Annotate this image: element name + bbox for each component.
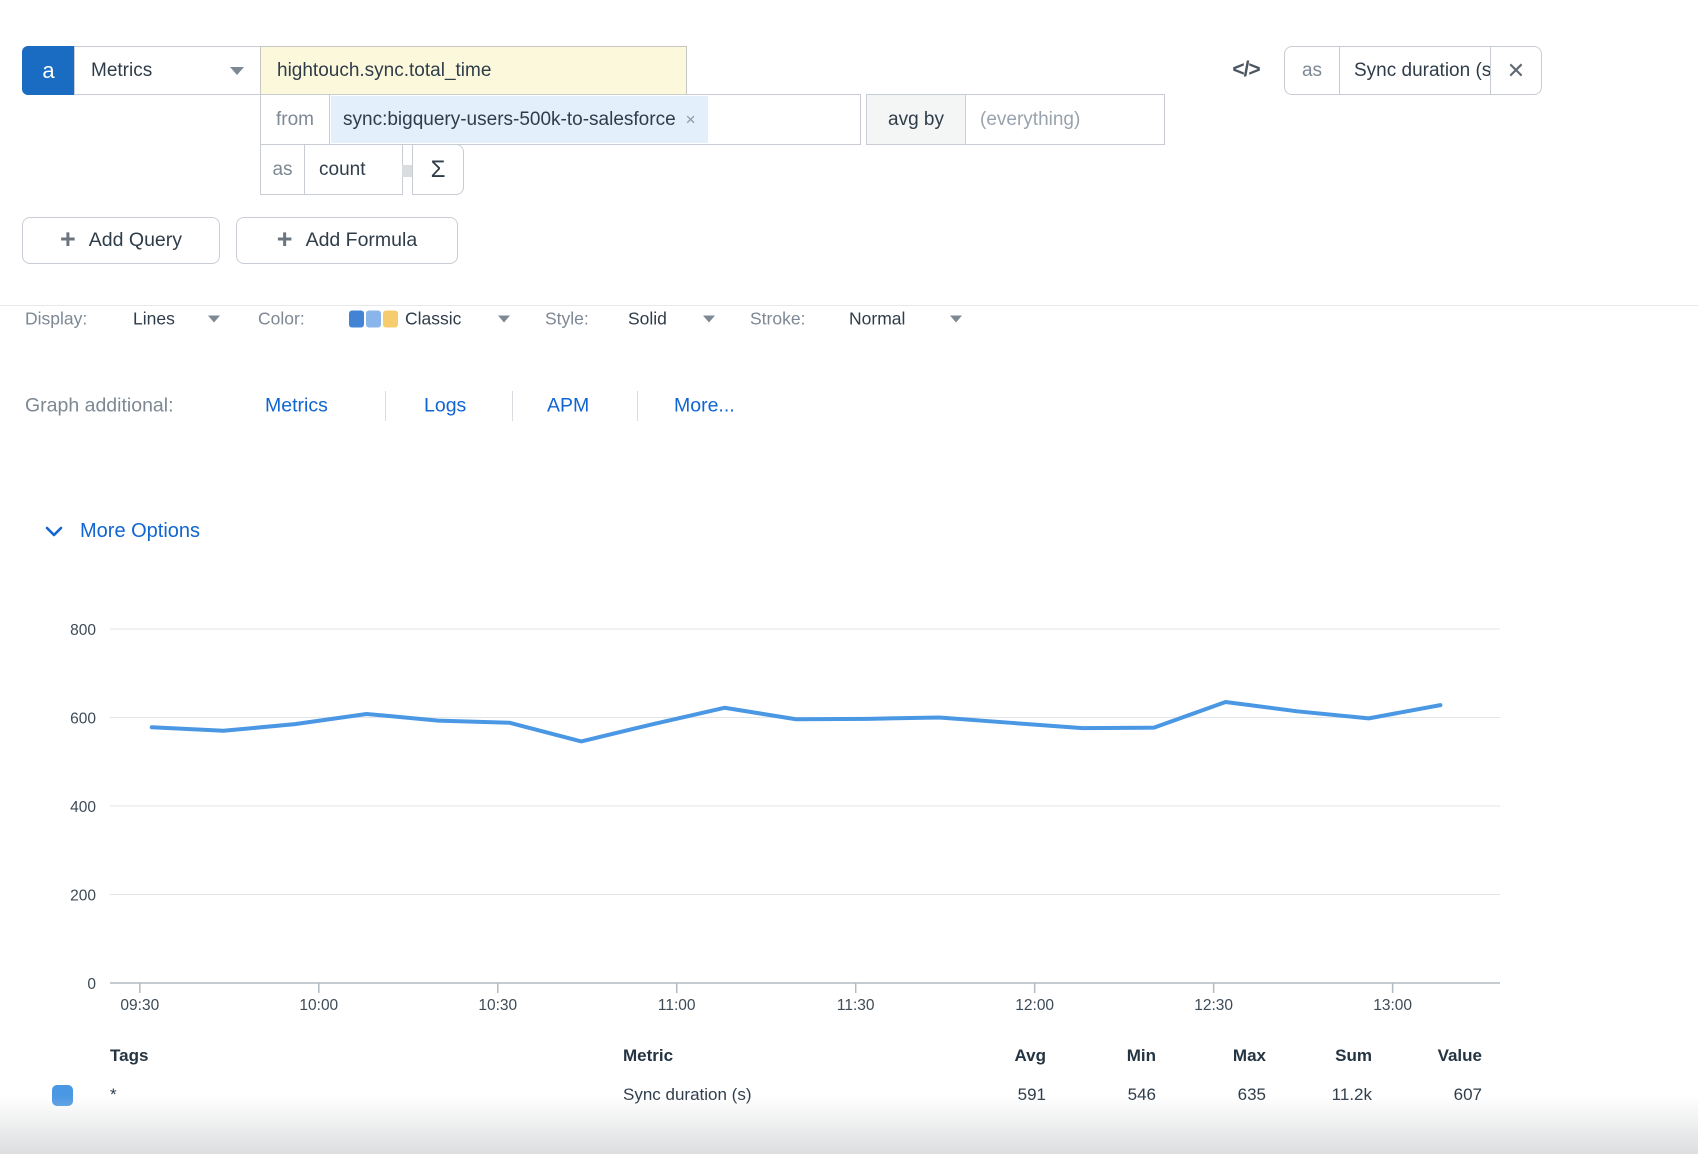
graph-additional-logs-link[interactable]: Logs: [424, 395, 466, 418]
svg-text:10:00: 10:00: [299, 997, 338, 1014]
add-formula-button[interactable]: + Add Formula: [236, 217, 458, 264]
alias-as-label: as: [1285, 47, 1340, 94]
data-source-label: Metrics: [91, 60, 152, 82]
svg-text:12:30: 12:30: [1194, 997, 1233, 1014]
chevron-down-icon[interactable]: [703, 316, 715, 323]
filter-tag-label: sync:bigquery-users-500k-to-salesforce: [343, 109, 676, 131]
sigma-icon[interactable]: Σ: [412, 144, 464, 195]
graph-additional-label: Graph additional:: [25, 395, 174, 418]
link-separator: [512, 391, 513, 421]
stroke-label: Stroke:: [750, 309, 805, 330]
graph-additional-bar: Graph additional: Metrics Logs APM More.…: [0, 388, 1698, 424]
svg-text:11:00: 11:00: [658, 997, 696, 1014]
color-value[interactable]: Classic: [405, 309, 461, 330]
svg-text:400: 400: [70, 799, 96, 816]
palette-swatch-3: [383, 311, 398, 328]
display-label: Display:: [25, 309, 87, 330]
alias-group: as Sync duration (s) ✕: [1284, 46, 1542, 95]
color-palette-swatch[interactable]: [349, 311, 398, 328]
timeseries-chart: 0 200 400 600 800 09:30 10:00 10:30 11:00 11:30 12…: [0, 555, 1698, 1015]
close-icon[interactable]: ✕: [1490, 47, 1541, 94]
query-letter-badge[interactable]: a: [22, 46, 75, 95]
add-query-button[interactable]: + Add Query: [22, 217, 220, 264]
style-value[interactable]: Solid: [628, 309, 667, 330]
stroke-value[interactable]: Normal: [849, 309, 905, 330]
col-header-min: Min: [1036, 1046, 1156, 1066]
remove-tag-icon[interactable]: ×: [686, 110, 696, 130]
filter-tag-chip[interactable]: sync:bigquery-users-500k-to-salesforce ×: [331, 96, 708, 143]
graph-additional-metrics-link[interactable]: Metrics: [265, 395, 328, 418]
metric-name-input[interactable]: hightouch.sync.total_time: [260, 46, 687, 95]
palette-swatch-1: [349, 311, 364, 328]
aggregator-input[interactable]: count: [304, 144, 403, 195]
group-by-placeholder: (everything): [980, 109, 1080, 131]
svg-text:13:00: 13:00: [1373, 997, 1412, 1014]
avg-by-button[interactable]: avg by: [866, 94, 966, 145]
display-value[interactable]: Lines: [133, 309, 175, 330]
more-options-toggle[interactable]: More Options: [45, 514, 200, 548]
metric-name-value: hightouch.sync.total_time: [277, 60, 491, 82]
metrics-query-editor: a Metrics hightouch.sync.total_time </> …: [0, 0, 1698, 1154]
color-label: Color:: [258, 309, 305, 330]
col-header-metric: Metric: [623, 1046, 673, 1066]
chevron-down-icon: [230, 67, 244, 75]
graph-additional-more-link[interactable]: More...: [674, 395, 735, 418]
svg-text:12:00: 12:00: [1015, 997, 1054, 1014]
display-options-bar: Display: Lines Color: Classic Style: Sol…: [0, 300, 1698, 338]
from-label: from: [260, 94, 330, 145]
svg-text:800: 800: [70, 622, 96, 639]
col-header-max: Max: [1146, 1046, 1266, 1066]
svg-text:10:30: 10:30: [478, 997, 517, 1014]
svg-text:11:30: 11:30: [837, 997, 875, 1014]
add-query-label: Add Query: [89, 229, 182, 252]
group-by-input[interactable]: (everything): [965, 94, 1165, 145]
bottom-fade: [0, 1096, 1698, 1154]
alias-value-input[interactable]: Sync duration (s): [1340, 47, 1490, 94]
palette-swatch-2: [366, 311, 381, 328]
code-icon[interactable]: </>: [1222, 52, 1270, 88]
svg-text:09:30: 09:30: [120, 997, 159, 1014]
link-separator: [637, 391, 638, 421]
chevron-down-icon[interactable]: [950, 316, 962, 323]
filter-input[interactable]: sync:bigquery-users-500k-to-salesforce ×: [329, 94, 861, 145]
chevron-down-icon[interactable]: [208, 316, 220, 323]
link-separator: [385, 391, 386, 421]
col-header-avg: Avg: [926, 1046, 1046, 1066]
plus-icon: +: [60, 226, 76, 253]
as-label: as: [260, 144, 305, 195]
more-options-label: More Options: [80, 520, 200, 543]
plus-icon: +: [277, 226, 293, 253]
data-source-select[interactable]: Metrics: [74, 46, 261, 95]
graph-additional-apm-link[interactable]: APM: [547, 395, 589, 418]
chevron-down-icon[interactable]: [498, 316, 510, 323]
add-formula-label: Add Formula: [306, 229, 418, 252]
col-header-value: Value: [1362, 1046, 1482, 1066]
col-header-sum: Sum: [1252, 1046, 1372, 1066]
svg-text:0: 0: [87, 976, 96, 993]
col-header-tags: Tags: [110, 1046, 148, 1066]
svg-text:600: 600: [70, 711, 96, 728]
style-label: Style:: [545, 309, 589, 330]
chevron-down-icon: [45, 526, 63, 537]
svg-text:200: 200: [70, 888, 96, 905]
